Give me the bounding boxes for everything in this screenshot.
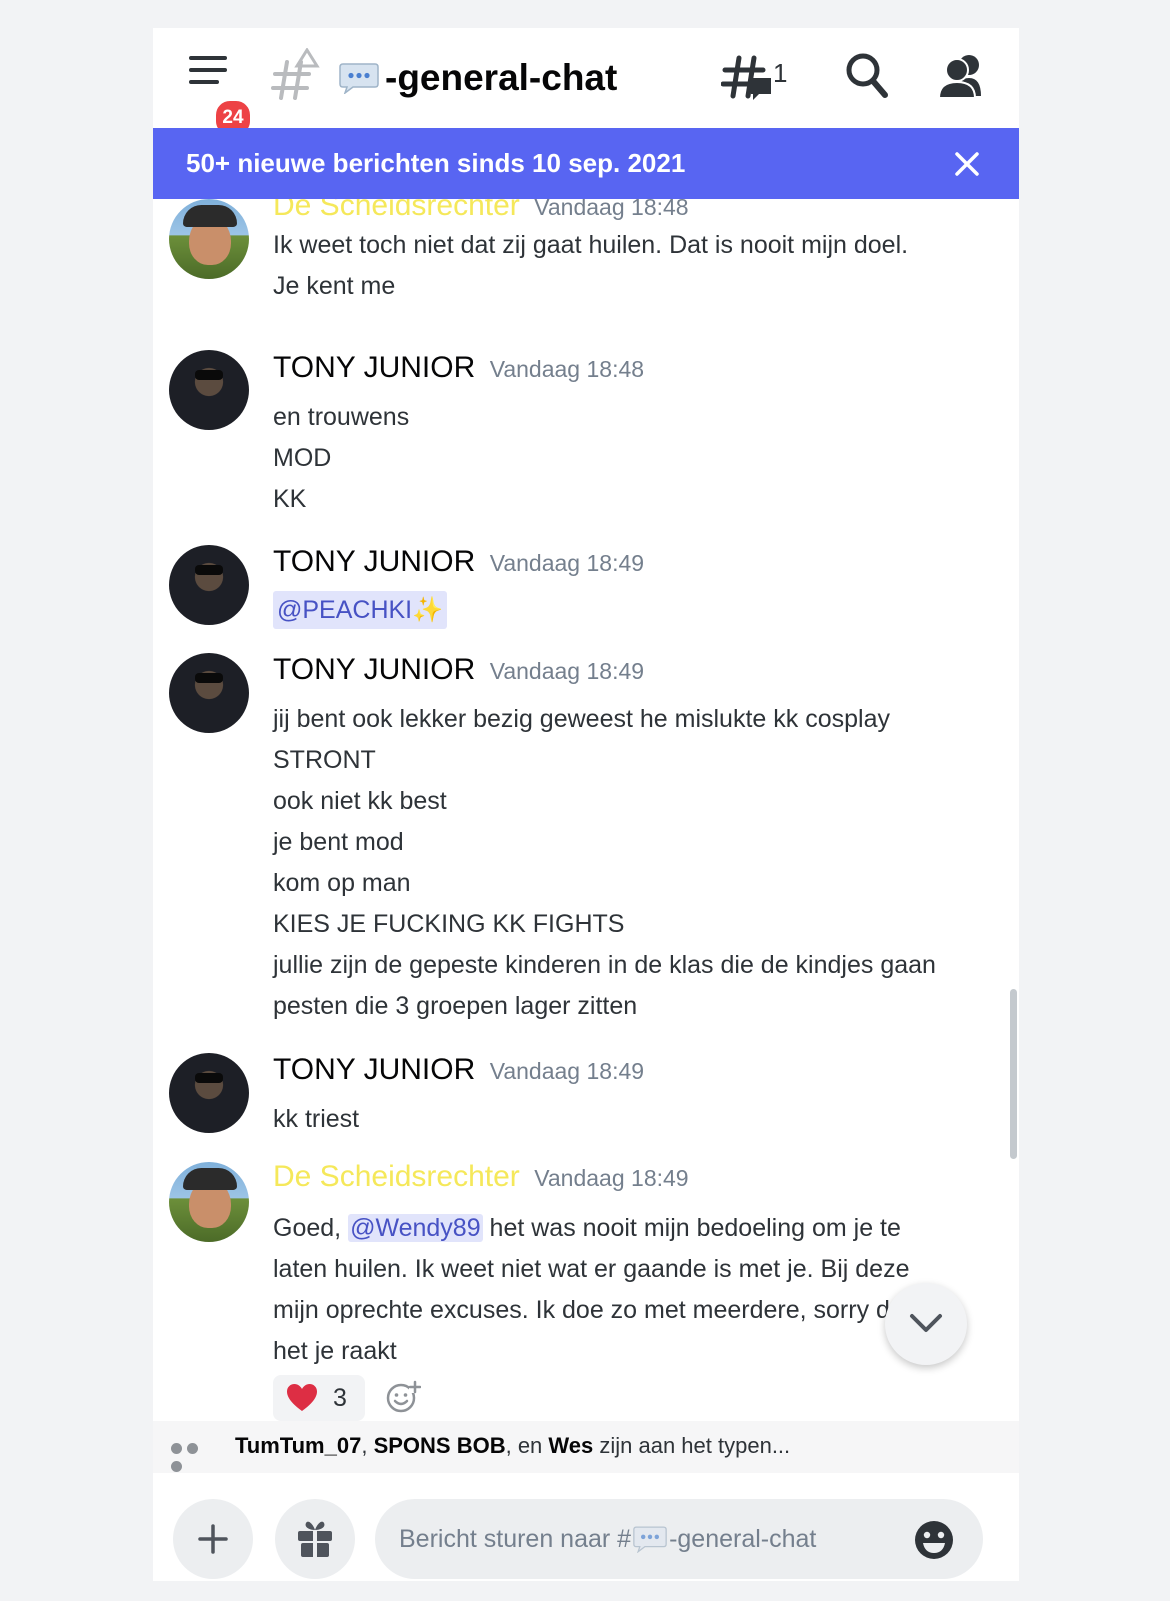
message-text: het was nooit mijn bedoeling om je te [482, 1214, 901, 1242]
typing-indicator: TumTum_07, SPONS BOB, en Wes zijn aan he… [153, 1421, 1019, 1473]
message-author[interactable]: De Scheidsrechter [273, 1160, 520, 1193]
sparkle-emoji: ✨ [412, 596, 444, 624]
emoji-icon[interactable] [913, 1519, 955, 1561]
user-mention[interactable]: @PEACHKI✨ [273, 591, 448, 629]
message-content: jij bent ook lekker bezig geweest he mis… [273, 699, 993, 1027]
message-line: je bent mod [273, 828, 404, 856]
message-header: De Scheidsrechter Vandaag 18:49 [273, 1160, 689, 1194]
message-line: en trouwens [273, 403, 410, 431]
avatar[interactable] [169, 199, 249, 279]
avatar[interactable] [169, 1162, 249, 1242]
message-author[interactable]: TONY JUNIOR [273, 545, 475, 578]
avatar[interactable] [169, 350, 249, 430]
heart-icon [287, 1384, 317, 1411]
message-line: KIES JE FUCKING KK FIGHTS [273, 910, 625, 938]
members-icon[interactable] [937, 50, 989, 104]
message-line: kk triest [273, 1105, 360, 1133]
hamburger-icon [189, 56, 227, 60]
message-line: jullie zijn de gepeste kinderen in de kl… [273, 951, 936, 979]
message-header: De Scheidsrechter Vandaag 18:48 [273, 199, 689, 223]
message-content: Ik weet toch niet dat zij gaat huilen. D… [273, 225, 993, 307]
message-header: TONY JUNIOR Vandaag 18:49 [273, 1053, 644, 1087]
gift-icon [298, 1521, 332, 1557]
speech-bubble-dots-icon [633, 1526, 667, 1553]
speech-bubble-dots-icon [339, 63, 379, 94]
message-composer: Bericht sturen naar # -general-chat [153, 1473, 1019, 1581]
close-icon[interactable] [951, 148, 983, 180]
message-header: TONY JUNIOR Vandaag 18:49 [273, 653, 644, 687]
typing-dots-icon [171, 1441, 217, 1472]
message-input[interactable]: Bericht sturen naar # -general-chat [375, 1499, 983, 1579]
gift-button[interactable] [275, 1499, 355, 1579]
message-timestamp: Vandaag 18:49 [489, 658, 645, 684]
hamburger-icon-bar [189, 80, 219, 84]
message-content: Goed, @Wendy89 het was nooit mijn bedoel… [273, 1208, 993, 1372]
message-content: kk triest [273, 1099, 993, 1140]
plus-icon [198, 1524, 228, 1554]
message-author[interactable]: TONY JUNIOR [273, 351, 475, 384]
message-content: en trouwens MOD KK [273, 397, 993, 520]
jump-to-present-button[interactable] [885, 1283, 967, 1365]
typing-user: TumTum_07 [235, 1433, 362, 1458]
message-author[interactable]: TONY JUNIOR [273, 653, 475, 686]
message-header: TONY JUNIOR Vandaag 18:49 [273, 545, 644, 579]
message-line: KK [273, 485, 307, 513]
chevron-down-icon [910, 1314, 942, 1332]
message-line: jij bent ook lekker bezig geweest he mis… [273, 705, 890, 733]
rules-channel-hash-icon [271, 48, 320, 100]
message-line: MOD [273, 444, 332, 472]
search-icon[interactable] [843, 50, 891, 104]
message-author[interactable]: TONY JUNIOR [273, 1053, 475, 1086]
message-timestamp: Vandaag 18:49 [489, 550, 645, 576]
user-mention[interactable]: @Wendy89 [348, 1214, 483, 1242]
attach-button[interactable] [173, 1499, 253, 1579]
typing-text: TumTum_07, SPONS BOB, en Wes zijn aan he… [235, 1433, 790, 1459]
avatar[interactable] [169, 653, 249, 733]
input-placeholder-channel: -general-chat [669, 1524, 817, 1553]
message-line: Ik weet toch niet dat zij gaat huilen. D… [273, 231, 909, 259]
message-content: @PEACHKI✨ [273, 591, 993, 629]
message: De Scheidsrechter Vandaag 18:48 Ik weet … [153, 199, 1019, 300]
avatar[interactable] [169, 1053, 249, 1133]
message-timestamp: Vandaag 18:49 [489, 1058, 645, 1084]
message-text: Goed, [273, 1214, 349, 1242]
mention-text: @PEACHKI [277, 596, 413, 624]
new-messages-bar[interactable]: 50+ nieuwe berichten sinds 10 sep. 2021 [153, 128, 1019, 199]
add-reaction-icon[interactable] [385, 1379, 421, 1415]
menu-button[interactable] [189, 54, 239, 104]
message-line: Goed, @Wendy89 het was nooit mijn bedoel… [273, 1208, 993, 1249]
heart-reaction[interactable]: 3 [273, 1375, 365, 1421]
hamburger-icon-bar [189, 68, 227, 72]
new-messages-text: 50+ nieuwe berichten sinds 10 sep. 2021 [186, 148, 686, 178]
message-line: het je raakt [273, 1337, 397, 1365]
typing-user: SPONS BOB [373, 1433, 506, 1458]
message-timestamp: Vandaag 18:48 [489, 356, 645, 382]
channel-title: -general-chat [339, 50, 617, 106]
input-placeholder: Bericht sturen naar # [399, 1524, 632, 1553]
channel-header: 24 -general-chat 1 [153, 28, 1019, 138]
message-line: pesten die 3 groepen lager zitten [273, 992, 638, 1020]
typing-separator: , [361, 1433, 374, 1458]
message-timestamp: Vandaag 18:49 [534, 1165, 689, 1191]
reaction-count: 3 [333, 1383, 347, 1412]
channel-name: -general-chat [385, 57, 618, 98]
message-author[interactable]: De Scheidsrechter [273, 199, 520, 222]
typing-suffix: zijn aan het typen... [593, 1433, 791, 1458]
message-list: De Scheidsrechter Vandaag 18:48 Ik weet … [153, 199, 1019, 1421]
message-line: laten huilen. Ik weet niet wat er gaande… [273, 1255, 910, 1283]
avatar[interactable] [169, 545, 249, 625]
message-timestamp: Vandaag 18:48 [534, 199, 689, 220]
message-line: kom op man [273, 869, 411, 897]
scrollbar[interactable] [1010, 989, 1017, 1159]
message-line: ook niet kk best [273, 787, 447, 815]
typing-user: Wes [548, 1433, 594, 1458]
threads-count: 1 [773, 58, 788, 88]
message-header: TONY JUNIOR Vandaag 18:48 [273, 351, 644, 385]
message-line: STRONT [273, 746, 376, 774]
message-line: Je kent me [273, 272, 396, 300]
discord-app: 24 -general-chat 1 50+ nieuwe berichten … [153, 28, 1019, 1581]
typing-separator: , en [505, 1433, 549, 1458]
